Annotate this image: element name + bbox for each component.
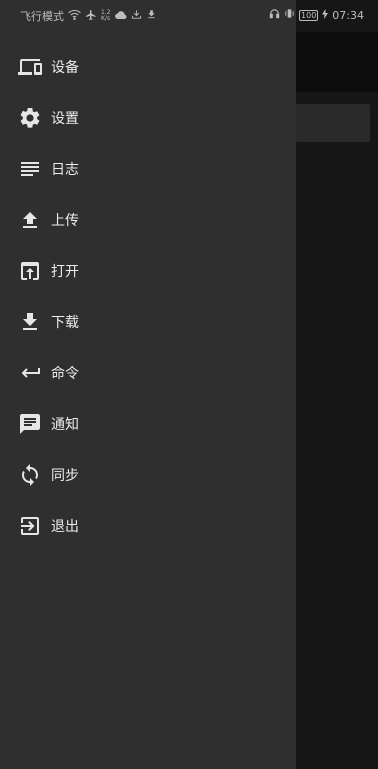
drawer-item-download[interactable]: 下载 (0, 296, 296, 347)
drawer-item-label: 上传 (51, 212, 79, 229)
devices-icon (18, 55, 42, 79)
cloud-sync-icon (114, 10, 127, 23)
status-bar: 飞行模式 1.2 K/s 100 07:34 (0, 0, 378, 32)
return-arrow-icon (18, 361, 42, 385)
drawer-item-sync[interactable]: 同步 (0, 449, 296, 500)
drawer-item-label: 同步 (51, 467, 79, 484)
open-icon (18, 259, 42, 283)
headset-icon (269, 8, 280, 22)
navigation-drawer: 设备 设置 日志 上传 打开 下载 命令 通知 同步 退出 (0, 0, 296, 769)
upload-icon (18, 208, 42, 232)
speed-unit: K/s (101, 15, 111, 22)
drawer-item-settings[interactable]: 设置 (0, 92, 296, 143)
drawer-item-label: 设备 (51, 59, 79, 76)
drawer-item-log[interactable]: 日志 (0, 143, 296, 194)
download-status-icon (146, 9, 157, 23)
battery-indicator: 100 (299, 9, 319, 21)
drawer-item-label: 设置 (51, 110, 79, 127)
drawer-item-command[interactable]: 命令 (0, 347, 296, 398)
download-tray-icon (131, 9, 142, 23)
drawer-item-label: 下载 (51, 314, 79, 331)
drawer-item-exit[interactable]: 退出 (0, 500, 296, 551)
clock-time: 07:34 (332, 8, 364, 22)
drawer-item-label: 退出 (51, 518, 79, 535)
drawer-item-label: 日志 (51, 161, 79, 178)
status-right: 100 07:34 (269, 8, 364, 22)
drawer-item-notifications[interactable]: 通知 (0, 398, 296, 449)
drawer-item-label: 命令 (51, 365, 79, 382)
drawer-menu: 设备 设置 日志 上传 打开 下载 命令 通知 同步 退出 (0, 41, 296, 551)
airplane-mode-text: 飞行模式 (20, 10, 64, 23)
drawer-item-open[interactable]: 打开 (0, 245, 296, 296)
status-left: 飞行模式 1.2 K/s (20, 8, 157, 24)
sync-icon (18, 463, 42, 487)
background-card (296, 104, 370, 142)
drawer-item-label: 通知 (51, 416, 79, 433)
exit-icon (18, 514, 42, 538)
charging-icon (322, 8, 329, 22)
drawer-item-label: 打开 (51, 263, 79, 280)
background-app-bar (296, 32, 378, 92)
message-icon (18, 412, 42, 436)
download-icon (18, 310, 42, 334)
airplane-icon (85, 9, 97, 24)
drawer-item-upload[interactable]: 上传 (0, 194, 296, 245)
gear-icon (18, 106, 42, 130)
network-speed: 1.2 K/s (101, 10, 111, 22)
wifi-icon (68, 9, 81, 23)
vibrate-icon (284, 8, 295, 22)
lines-icon (18, 157, 42, 181)
drawer-item-devices[interactable]: 设备 (0, 41, 296, 92)
